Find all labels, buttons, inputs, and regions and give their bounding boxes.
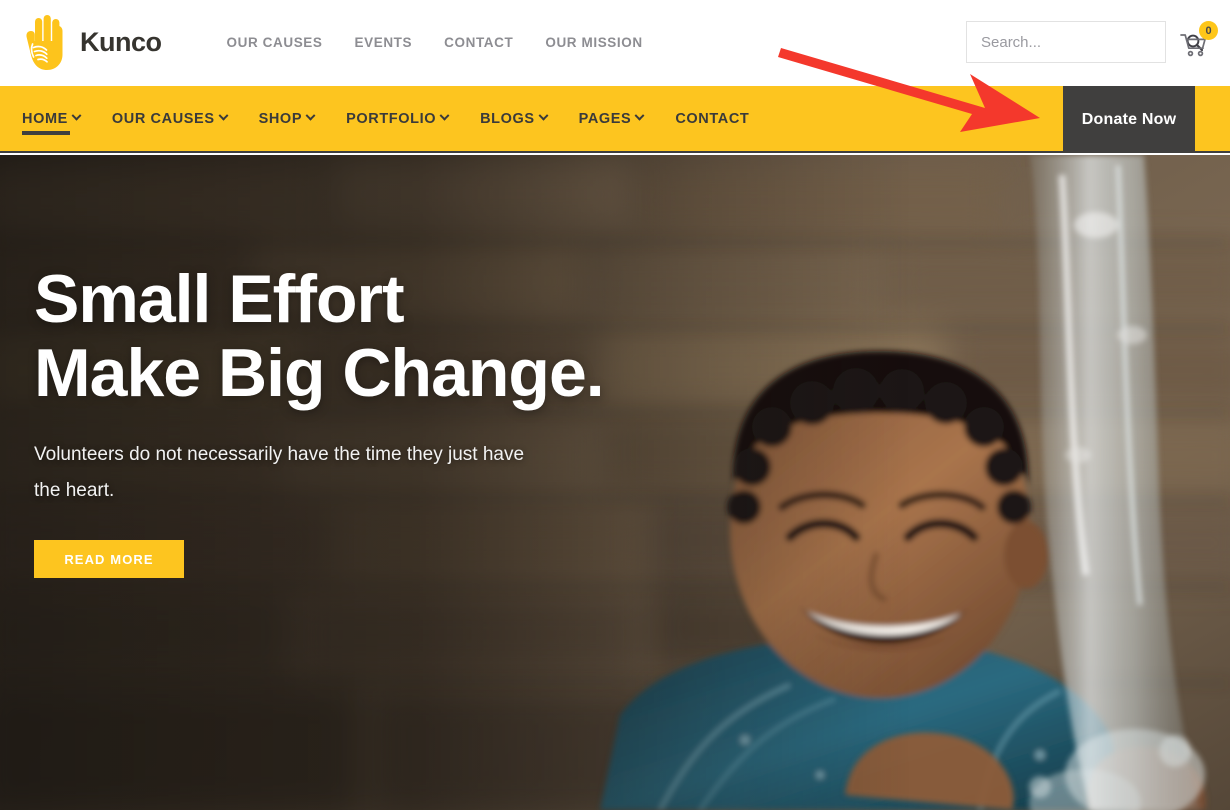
navitem-our-causes[interactable]: OUR CAUSES [96,85,243,152]
chevron-down-icon [538,110,549,121]
main-navigation-bar: HOME OUR CAUSES SHOP PORTFOLIO BLOGS PAG [0,86,1230,153]
navitem-home-label: HOME [22,110,68,127]
chevron-down-icon [71,110,82,121]
hero-subtitle: Volunteers do not necessarily have the t… [34,444,525,501]
hero-title-line-2: Make Big Change. [34,335,605,411]
chevron-down-icon [305,110,316,121]
cart-button[interactable]: 0 [1180,21,1218,59]
navitem-home[interactable]: HOME [22,85,96,152]
navitem-contact[interactable]: CONTACT [659,85,765,152]
chevron-down-icon [218,110,229,121]
cart-count-badge: 0 [1199,21,1218,40]
navitem-blogs[interactable]: BLOGS [464,85,563,152]
topnav-item-events[interactable]: EVENTS [355,35,413,50]
topnav-item-our-causes[interactable]: OUR CAUSES [227,35,323,50]
page-root: Kunco OUR CAUSES EVENTS CONTACT OUR MISS… [0,0,1230,810]
navitem-pages[interactable]: PAGES [563,85,660,152]
brand-name: Kunco [80,27,162,57]
read-more-button[interactable]: READ MORE [34,540,184,578]
navitem-portfolio-label: PORTFOLIO [346,110,437,127]
navitem-shop[interactable]: SHOP [243,85,331,152]
main-navigation-items: HOME OUR CAUSES SHOP PORTFOLIO BLOGS PAG [22,85,765,152]
search-box[interactable] [966,21,1203,63]
navitem-contact-label: CONTACT [675,110,750,127]
top-navigation: OUR CAUSES EVENTS CONTACT OUR MISSION [227,35,643,50]
hero-title-line-1: Small Effort [34,261,405,337]
navitem-pages-label: PAGES [578,110,632,127]
open-hand-icon [18,14,72,72]
topnav-item-contact[interactable]: CONTACT [444,35,513,50]
top-header-bar: Kunco OUR CAUSES EVENTS CONTACT OUR MISS… [0,0,1230,85]
navitem-our-causes-label: OUR CAUSES [111,110,215,127]
chevron-down-icon [439,110,450,121]
search-input[interactable] [981,33,1180,51]
topnav-item-our-mission[interactable]: OUR MISSION [545,35,642,50]
header-utilities: 0 [966,21,1218,63]
hero-banner: Small Effort Make Big Change. Volunteers… [0,155,1230,810]
donate-now-button[interactable]: Donate Now [1063,86,1195,153]
site-logo[interactable]: Kunco [18,14,162,72]
navitem-portfolio[interactable]: PORTFOLIO [330,85,464,152]
hero-content: Small Effort Make Big Change. Volunteers… [34,261,605,578]
navitem-blogs-label: BLOGS [480,110,535,127]
navitem-shop-label: SHOP [258,110,303,127]
chevron-down-icon [634,110,645,121]
